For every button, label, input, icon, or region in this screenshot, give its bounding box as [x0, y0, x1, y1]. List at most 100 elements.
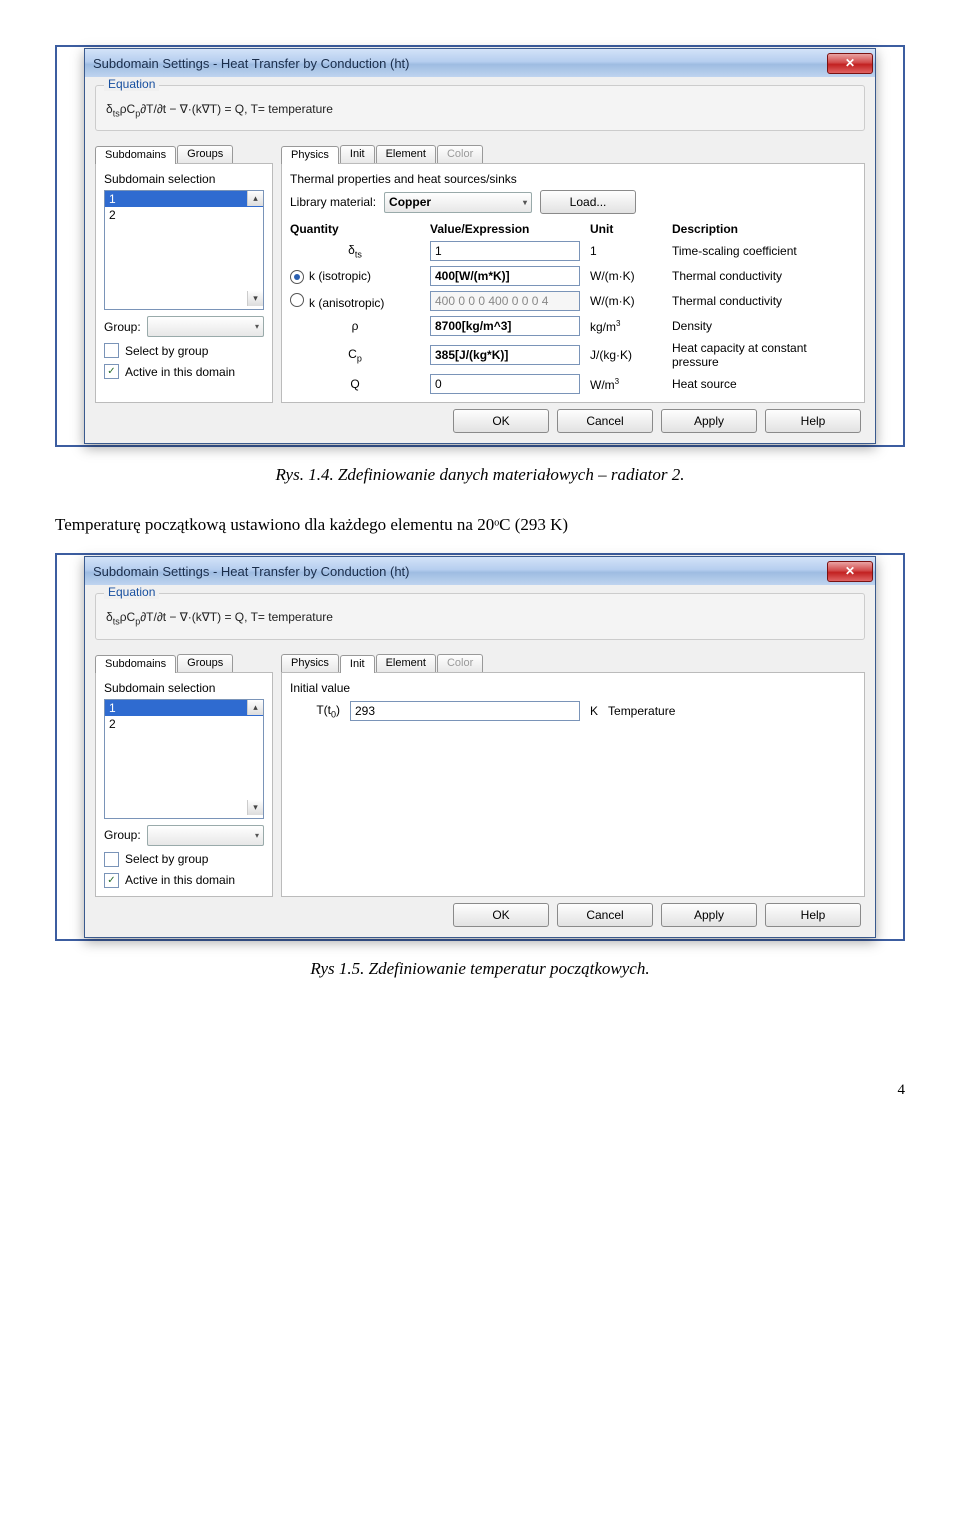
library-material-combo[interactable]: Copper ▾: [384, 192, 532, 213]
scroll-up-icon[interactable]: ▴: [247, 191, 263, 206]
desc-cp: Heat capacity at constant pressure: [672, 341, 856, 369]
apply-button[interactable]: Apply: [661, 409, 757, 433]
group-combo[interactable]: ▾: [147, 825, 264, 846]
radio-k-aniso[interactable]: [290, 293, 304, 307]
init-unit: K: [590, 704, 598, 718]
chevron-down-icon: ▾: [255, 322, 259, 331]
active-checkbox[interactable]: ✓: [104, 364, 119, 379]
equation-label: Equation: [104, 585, 159, 599]
tab-subdomains[interactable]: Subdomains: [95, 146, 176, 164]
scroll-down-icon[interactable]: ▾: [247, 800, 263, 815]
tab-init[interactable]: Init: [340, 145, 375, 163]
init-section-label: Initial value: [290, 681, 856, 695]
dialog-buttons: OK Cancel Apply Help: [95, 897, 865, 931]
val-k-iso[interactable]: 400[W/(m*K)]: [430, 266, 580, 286]
unit-k-iso: W/(m·K): [590, 269, 662, 283]
selection-label: Subdomain selection: [104, 681, 264, 695]
val-k-aniso: 400 0 0 0 400 0 0 0 4: [430, 291, 580, 311]
unit-rho: kg/m3: [590, 319, 662, 334]
radio-k-iso[interactable]: [290, 270, 304, 284]
val-rho[interactable]: 8700[kg/m^3]: [430, 316, 580, 336]
unit-delta-ts: 1: [590, 244, 662, 258]
tab-groups[interactable]: Groups: [177, 654, 233, 672]
equation-group: Equation δtsρCp∂T/∂t − ∇·(k∇T) = Q, T= t…: [95, 85, 865, 131]
list-item[interactable]: 2: [105, 207, 263, 223]
close-icon: ✕: [845, 56, 855, 70]
col-quantity: Quantity: [290, 222, 420, 236]
selection-label: Subdomain selection: [104, 172, 264, 186]
tab-color: Color: [437, 145, 483, 163]
select-by-group-checkbox[interactable]: [104, 852, 119, 867]
window-title: Subdomain Settings - Heat Transfer by Co…: [93, 564, 827, 579]
cancel-button[interactable]: Cancel: [557, 903, 653, 927]
left-tabs: Subdomains Groups: [95, 141, 273, 163]
init-qty: T(t0): [290, 703, 340, 719]
close-button[interactable]: ✕: [827, 561, 873, 582]
qty-k-aniso[interactable]: k (anisotropic): [290, 293, 420, 310]
equation-text: δtsρCp∂T/∂t − ∇·(k∇T) = Q, T= temperatur…: [106, 94, 854, 120]
desc-delta-ts: Time-scaling coefficient: [672, 244, 856, 258]
scroll-down-icon[interactable]: ▾: [247, 291, 263, 306]
cancel-button[interactable]: Cancel: [557, 409, 653, 433]
val-q[interactable]: 0: [430, 374, 580, 394]
select-by-group-checkbox[interactable]: [104, 343, 119, 358]
scroll-up-icon[interactable]: ▴: [247, 700, 263, 715]
list-item[interactable]: 1: [105, 191, 263, 207]
ok-button[interactable]: OK: [453, 409, 549, 433]
equation-group: Equation δtsρCp∂T/∂t − ∇·(k∇T) = Q, T= t…: [95, 593, 865, 639]
tab-init[interactable]: Init: [340, 655, 375, 673]
figure-caption-1: Rys. 1.4. Zdefiniowanie danych materiało…: [55, 465, 905, 485]
subdomain-list[interactable]: ▴ 1 2 ▾: [104, 699, 264, 819]
active-label: Active in this domain: [125, 365, 235, 379]
body-text: Temperaturę początkową ustawiono dla każ…: [55, 515, 905, 535]
tab-physics[interactable]: Physics: [281, 654, 339, 672]
ok-button[interactable]: OK: [453, 903, 549, 927]
tab-color: Color: [437, 654, 483, 672]
subdomain-settings-dialog-2: Subdomain Settings - Heat Transfer by Co…: [84, 556, 876, 937]
equation-text: δtsρCp∂T/∂t − ∇·(k∇T) = Q, T= temperatur…: [106, 602, 854, 628]
subdomain-panel: Subdomain selection ▴ 1 2 ▾ Group:: [95, 672, 273, 897]
help-button[interactable]: Help: [765, 409, 861, 433]
tab-physics[interactable]: Physics: [281, 146, 339, 164]
dialog-buttons: OK Cancel Apply Help: [95, 403, 865, 437]
qty-rho: ρ: [290, 319, 420, 333]
qty-delta-ts: δts: [290, 243, 420, 259]
right-tabs: Physics Init Element Color: [281, 141, 865, 163]
tab-subdomains[interactable]: Subdomains: [95, 655, 176, 673]
close-button[interactable]: ✕: [827, 53, 873, 74]
figure-caption-2: Rys 1.5. Zdefiniowanie temperatur począt…: [55, 959, 905, 979]
init-desc: Temperature: [608, 704, 675, 718]
desc-rho: Density: [672, 319, 856, 333]
val-cp[interactable]: 385[J/(kg*K)]: [430, 345, 580, 365]
desc-q: Heat source: [672, 377, 856, 391]
unit-cp: J/(kg·K): [590, 348, 662, 362]
close-icon: ✕: [845, 564, 855, 578]
physics-panel: Thermal properties and heat sources/sink…: [281, 163, 865, 403]
tab-element[interactable]: Element: [376, 654, 436, 672]
tab-groups[interactable]: Groups: [177, 145, 233, 163]
group-combo[interactable]: ▾: [147, 316, 264, 337]
help-button[interactable]: Help: [765, 903, 861, 927]
subdomain-panel: Subdomain selection ▴ 1 2 ▾ Group:: [95, 163, 273, 403]
group-label: Group:: [104, 828, 141, 842]
desc-k-aniso: Thermal conductivity: [672, 294, 856, 308]
list-item[interactable]: 1: [105, 700, 263, 716]
page-number: 4: [0, 1054, 960, 1099]
init-value-input[interactable]: 293: [350, 701, 580, 721]
right-tabs: Physics Init Element Color: [281, 650, 865, 672]
col-value: Value/Expression: [430, 222, 580, 236]
subdomain-list[interactable]: ▴ 1 2 ▾: [104, 190, 264, 310]
load-button[interactable]: Load...: [540, 190, 636, 214]
qty-k-iso[interactable]: k (isotropic): [290, 269, 420, 284]
titlebar[interactable]: Subdomain Settings - Heat Transfer by Co…: [85, 49, 875, 77]
active-checkbox[interactable]: ✓: [104, 873, 119, 888]
select-by-group-label: Select by group: [125, 344, 208, 358]
libmat-label: Library material:: [290, 195, 376, 209]
val-delta-ts[interactable]: 1: [430, 241, 580, 261]
list-item[interactable]: 2: [105, 716, 263, 732]
tab-element[interactable]: Element: [376, 145, 436, 163]
titlebar[interactable]: Subdomain Settings - Heat Transfer by Co…: [85, 557, 875, 585]
qty-cp: Cp: [290, 347, 420, 363]
apply-button[interactable]: Apply: [661, 903, 757, 927]
unit-q: W/m3: [590, 377, 662, 392]
